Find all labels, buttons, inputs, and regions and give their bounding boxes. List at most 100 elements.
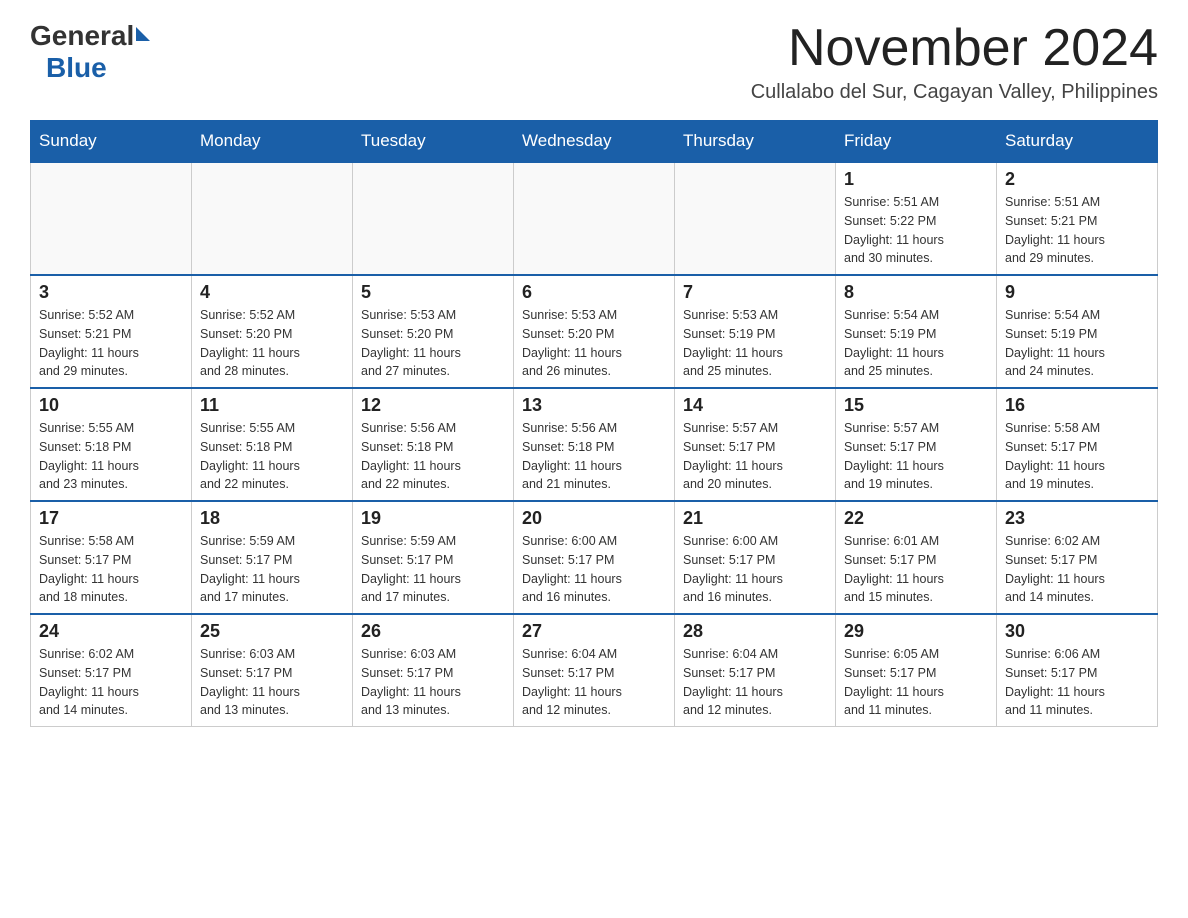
calendar-cell bbox=[514, 162, 675, 275]
logo-general-text: General bbox=[30, 20, 134, 52]
day-info: Sunrise: 6:02 AMSunset: 5:17 PMDaylight:… bbox=[39, 645, 183, 720]
calendar-table: SundayMondayTuesdayWednesdayThursdayFrid… bbox=[30, 120, 1158, 727]
calendar-cell: 7 Sunrise: 5:53 AMSunset: 5:19 PMDaylight… bbox=[675, 275, 836, 388]
title-area: November 2024 Cullalabo del Sur, Cagayan… bbox=[751, 20, 1158, 104]
calendar-cell: 22 Sunrise: 6:01 AMSunset: 5:17 PMDayligh… bbox=[836, 501, 997, 614]
day-info: Sunrise: 5:54 AMSunset: 5:19 PMDaylight:… bbox=[1005, 306, 1149, 381]
calendar-cell: 12 Sunrise: 5:56 AMSunset: 5:18 PMDayligh… bbox=[353, 388, 514, 501]
calendar-cell: 15 Sunrise: 5:57 AMSunset: 5:17 PMDayligh… bbox=[836, 388, 997, 501]
day-info: Sunrise: 6:04 AMSunset: 5:17 PMDaylight:… bbox=[522, 645, 666, 720]
day-info: Sunrise: 5:56 AMSunset: 5:18 PMDaylight:… bbox=[522, 419, 666, 494]
calendar-cell: 6 Sunrise: 5:53 AMSunset: 5:20 PMDaylight… bbox=[514, 275, 675, 388]
day-info: Sunrise: 6:03 AMSunset: 5:17 PMDaylight:… bbox=[200, 645, 344, 720]
calendar-cell bbox=[353, 162, 514, 275]
day-number: 9 bbox=[1005, 282, 1149, 303]
calendar-week-3: 10 Sunrise: 5:55 AMSunset: 5:18 PMDayligh… bbox=[31, 388, 1158, 501]
day-number: 15 bbox=[844, 395, 988, 416]
calendar-cell: 24 Sunrise: 6:02 AMSunset: 5:17 PMDayligh… bbox=[31, 614, 192, 727]
day-number: 30 bbox=[1005, 621, 1149, 642]
day-info: Sunrise: 5:59 AMSunset: 5:17 PMDaylight:… bbox=[200, 532, 344, 607]
calendar-cell: 29 Sunrise: 6:05 AMSunset: 5:17 PMDayligh… bbox=[836, 614, 997, 727]
day-number: 7 bbox=[683, 282, 827, 303]
day-info: Sunrise: 5:57 AMSunset: 5:17 PMDaylight:… bbox=[683, 419, 827, 494]
calendar-header-sunday: Sunday bbox=[31, 121, 192, 163]
calendar-cell: 28Sunrise: 6:04 AMSunset: 5:17 PMDayligh… bbox=[675, 614, 836, 727]
day-info: Sunrise: 5:59 AMSunset: 5:17 PMDaylight:… bbox=[361, 532, 505, 607]
day-info: Sunrise: 5:53 AMSunset: 5:20 PMDaylight:… bbox=[522, 306, 666, 381]
month-title: November 2024 bbox=[751, 20, 1158, 77]
calendar-cell: 2 Sunrise: 5:51 AMSunset: 5:21 PMDaylight… bbox=[997, 162, 1158, 275]
calendar-cell: 5Sunrise: 5:53 AMSunset: 5:20 PMDaylight… bbox=[353, 275, 514, 388]
day-info: Sunrise: 6:05 AMSunset: 5:17 PMDaylight:… bbox=[844, 645, 988, 720]
day-info: Sunrise: 6:02 AMSunset: 5:17 PMDaylight:… bbox=[1005, 532, 1149, 607]
day-number: 22 bbox=[844, 508, 988, 529]
day-number: 16 bbox=[1005, 395, 1149, 416]
day-info: Sunrise: 6:00 AMSunset: 5:17 PMDaylight:… bbox=[683, 532, 827, 607]
day-info: Sunrise: 5:51 AMSunset: 5:21 PMDaylight:… bbox=[1005, 193, 1149, 268]
calendar-cell: 14 Sunrise: 5:57 AMSunset: 5:17 PMDayligh… bbox=[675, 388, 836, 501]
day-number: 18 bbox=[200, 508, 344, 529]
day-info: Sunrise: 5:58 AMSunset: 5:17 PMDaylight:… bbox=[1005, 419, 1149, 494]
calendar-cell: 10 Sunrise: 5:55 AMSunset: 5:18 PMDayligh… bbox=[31, 388, 192, 501]
calendar-cell: 9 Sunrise: 5:54 AMSunset: 5:19 PMDaylight… bbox=[997, 275, 1158, 388]
calendar-cell bbox=[675, 162, 836, 275]
calendar-header-monday: Monday bbox=[192, 121, 353, 163]
day-info: Sunrise: 6:03 AMSunset: 5:17 PMDaylight:… bbox=[361, 645, 505, 720]
calendar-cell: 26 Sunrise: 6:03 AMSunset: 5:17 PMDayligh… bbox=[353, 614, 514, 727]
calendar-cell: 4Sunrise: 5:52 AMSunset: 5:20 PMDaylight… bbox=[192, 275, 353, 388]
day-number: 25 bbox=[200, 621, 344, 642]
calendar-cell: 1 Sunrise: 5:51 AMSunset: 5:22 PMDaylight… bbox=[836, 162, 997, 275]
calendar-cell: 16 Sunrise: 5:58 AMSunset: 5:17 PMDayligh… bbox=[997, 388, 1158, 501]
day-info: Sunrise: 5:53 AMSunset: 5:19 PMDaylight:… bbox=[683, 306, 827, 381]
day-number: 24 bbox=[39, 621, 183, 642]
day-info: Sunrise: 6:01 AMSunset: 5:17 PMDaylight:… bbox=[844, 532, 988, 607]
day-info: Sunrise: 5:51 AMSunset: 5:22 PMDaylight:… bbox=[844, 193, 988, 268]
calendar-cell: 30Sunrise: 6:06 AMSunset: 5:17 PMDayligh… bbox=[997, 614, 1158, 727]
day-number: 3 bbox=[39, 282, 183, 303]
day-number: 20 bbox=[522, 508, 666, 529]
day-info: Sunrise: 6:00 AMSunset: 5:17 PMDaylight:… bbox=[522, 532, 666, 607]
day-number: 19 bbox=[361, 508, 505, 529]
calendar-header-row: SundayMondayTuesdayWednesdayThursdayFrid… bbox=[31, 121, 1158, 163]
calendar-cell: 8 Sunrise: 5:54 AMSunset: 5:19 PMDaylight… bbox=[836, 275, 997, 388]
calendar-cell bbox=[31, 162, 192, 275]
day-info: Sunrise: 5:56 AMSunset: 5:18 PMDaylight:… bbox=[361, 419, 505, 494]
calendar-cell: 11Sunrise: 5:55 AMSunset: 5:18 PMDayligh… bbox=[192, 388, 353, 501]
calendar-header-saturday: Saturday bbox=[997, 121, 1158, 163]
calendar-cell: 18 Sunrise: 5:59 AMSunset: 5:17 PMDayligh… bbox=[192, 501, 353, 614]
calendar-cell: 20 Sunrise: 6:00 AMSunset: 5:17 PMDayligh… bbox=[514, 501, 675, 614]
day-number: 17 bbox=[39, 508, 183, 529]
day-number: 27 bbox=[522, 621, 666, 642]
calendar-cell bbox=[192, 162, 353, 275]
day-info: Sunrise: 6:04 AMSunset: 5:17 PMDaylight:… bbox=[683, 645, 827, 720]
calendar-header-wednesday: Wednesday bbox=[514, 121, 675, 163]
day-number: 12 bbox=[361, 395, 505, 416]
day-info: Sunrise: 5:55 AMSunset: 5:18 PMDaylight:… bbox=[39, 419, 183, 494]
day-info: Sunrise: 5:58 AMSunset: 5:17 PMDaylight:… bbox=[39, 532, 183, 607]
day-info: Sunrise: 5:55 AMSunset: 5:18 PMDaylight:… bbox=[200, 419, 344, 494]
calendar-week-2: 3 Sunrise: 5:52 AMSunset: 5:21 PMDaylight… bbox=[31, 275, 1158, 388]
calendar-cell: 23Sunrise: 6:02 AMSunset: 5:17 PMDayligh… bbox=[997, 501, 1158, 614]
calendar-cell: 17 Sunrise: 5:58 AMSunset: 5:17 PMDayligh… bbox=[31, 501, 192, 614]
day-number: 2 bbox=[1005, 169, 1149, 190]
calendar-cell: 19 Sunrise: 5:59 AMSunset: 5:17 PMDayligh… bbox=[353, 501, 514, 614]
day-info: Sunrise: 5:54 AMSunset: 5:19 PMDaylight:… bbox=[844, 306, 988, 381]
day-number: 21 bbox=[683, 508, 827, 529]
calendar-cell: 27 Sunrise: 6:04 AMSunset: 5:17 PMDayligh… bbox=[514, 614, 675, 727]
day-number: 14 bbox=[683, 395, 827, 416]
day-info: Sunrise: 5:52 AMSunset: 5:21 PMDaylight:… bbox=[39, 306, 183, 381]
day-number: 1 bbox=[844, 169, 988, 190]
day-number: 6 bbox=[522, 282, 666, 303]
day-number: 8 bbox=[844, 282, 988, 303]
calendar-week-1: 1 Sunrise: 5:51 AMSunset: 5:22 PMDaylight… bbox=[31, 162, 1158, 275]
calendar-cell: 25 Sunrise: 6:03 AMSunset: 5:17 PMDayligh… bbox=[192, 614, 353, 727]
day-number: 10 bbox=[39, 395, 183, 416]
calendar-week-4: 17 Sunrise: 5:58 AMSunset: 5:17 PMDayligh… bbox=[31, 501, 1158, 614]
calendar-cell: 21 Sunrise: 6:00 AMSunset: 5:17 PMDayligh… bbox=[675, 501, 836, 614]
calendar-cell: 3 Sunrise: 5:52 AMSunset: 5:21 PMDaylight… bbox=[31, 275, 192, 388]
calendar-week-5: 24 Sunrise: 6:02 AMSunset: 5:17 PMDayligh… bbox=[31, 614, 1158, 727]
day-number: 4 bbox=[200, 282, 344, 303]
day-number: 26 bbox=[361, 621, 505, 642]
day-info: Sunrise: 5:57 AMSunset: 5:17 PMDaylight:… bbox=[844, 419, 988, 494]
day-number: 29 bbox=[844, 621, 988, 642]
